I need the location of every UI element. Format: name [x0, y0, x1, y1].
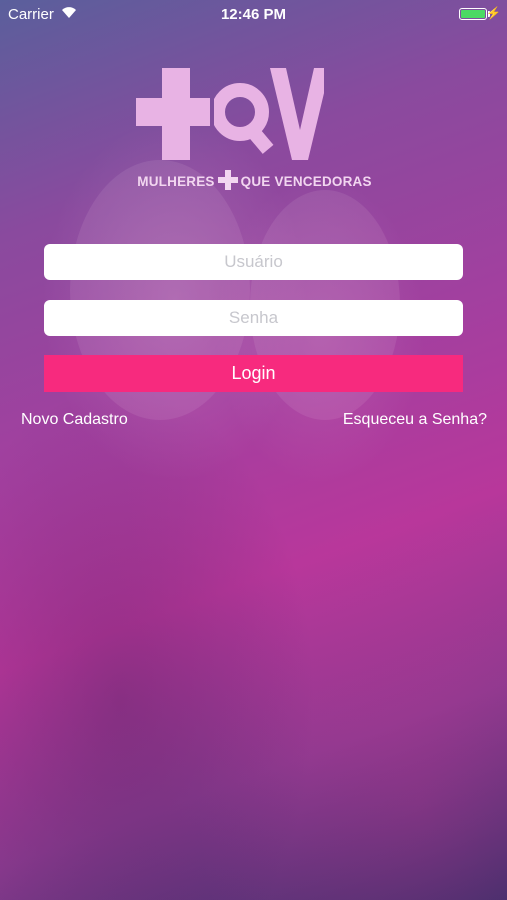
password-input[interactable] — [44, 300, 463, 336]
tagline-left: MULHERES — [137, 174, 215, 189]
logo-letters-qv — [214, 68, 324, 160]
tagline-right: QUE VENCEDORAS — [240, 174, 372, 189]
battery-icon — [459, 8, 487, 20]
logo-tagline: MULHERES QUE VENCEDORAS — [132, 170, 377, 190]
forgot-password-link[interactable]: Esqueceu a Senha? — [343, 411, 487, 429]
status-bar: Carrier 12:46 PM ⚡ — [0, 0, 507, 28]
logo-plus-vertical — [162, 68, 190, 160]
new-account-link[interactable]: Novo Cadastro — [21, 411, 128, 429]
status-time: 12:46 PM — [220, 6, 287, 23]
username-input[interactable] — [44, 244, 463, 280]
app-logo: MULHERES QUE VENCEDORAS — [132, 64, 377, 192]
charging-bolt-icon: ⚡ — [486, 6, 501, 20]
login-button[interactable]: Login — [44, 355, 463, 392]
tagline-plus-icon — [217, 170, 238, 190]
